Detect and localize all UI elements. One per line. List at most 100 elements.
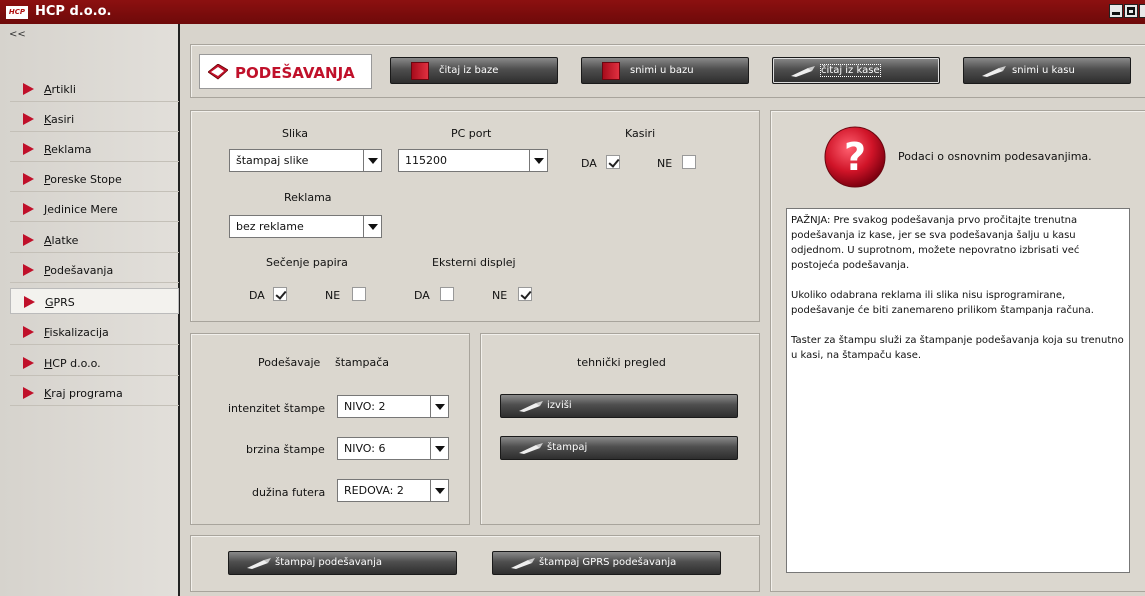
sidebar-item-label: GPRS [45, 296, 75, 309]
displej-da-label: DA [414, 289, 430, 302]
book-icon [602, 62, 620, 80]
sidebar-item-label: Poreske Stope [44, 173, 122, 186]
button-label: štampaj [547, 442, 588, 453]
save-to-register-button[interactable]: snimi u kasu [963, 57, 1131, 84]
arrow-icon [23, 203, 34, 215]
sidebar-item-jedinice-mere[interactable]: Jedinice Mere [10, 196, 179, 222]
kasiri-da-label: DA [581, 157, 597, 170]
sidebar-item-kraj-programa[interactable]: Kraj programa [10, 380, 179, 406]
sidebar-item-label: Kasiri [44, 113, 75, 126]
read-from-register-button[interactable]: čitaj iz kase [772, 57, 940, 84]
chevron-down-icon[interactable] [430, 438, 448, 459]
button-label: snimi u bazu [630, 65, 694, 76]
sidebar-item-gprs[interactable]: GPRS [10, 288, 179, 314]
button-label: čitaj iz kase [820, 64, 881, 77]
printer-heading-1: Podešavaje [258, 356, 321, 369]
minimize-button[interactable] [1109, 4, 1123, 18]
brzina-select[interactable]: NIVO: 6 [337, 437, 449, 460]
arrow-icon [23, 326, 34, 338]
reklama-select[interactable]: bez reklame [229, 215, 382, 238]
sidebar-item-podesavanja[interactable]: Podešavanja [10, 257, 179, 283]
pen-icon [247, 558, 271, 569]
kasiri-da-checkbox[interactable] [606, 155, 620, 169]
arrow-icon [23, 173, 34, 185]
sidebar-item-kasiri[interactable]: Kasiri [10, 106, 179, 132]
kasiri-ne-checkbox[interactable] [682, 155, 696, 169]
sidebar-item-artikli[interactable]: Artikli [10, 76, 179, 102]
secenje-papira-label: Sečenje papira [266, 256, 348, 269]
displej-da-checkbox[interactable] [440, 287, 454, 301]
sidebar-item-label: Jedinice Mere [44, 203, 118, 216]
pen-icon [519, 401, 543, 412]
sidebar-item-poreske-stope[interactable]: Poreske Stope [10, 166, 179, 192]
arrow-icon [23, 113, 34, 125]
chevron-down-icon[interactable] [363, 150, 381, 171]
help-icon: ? [824, 126, 886, 188]
pc-port-select[interactable]: 115200 [398, 149, 548, 172]
page-title-text: PODEŠAVANJA [235, 64, 355, 82]
chevron-down-icon[interactable] [363, 216, 381, 237]
kasiri-label: Kasiri [625, 127, 656, 140]
sidebar-item-fiskalizacija[interactable]: Fiskalizacija [10, 319, 179, 345]
arrow-icon [24, 296, 35, 308]
button-label: izviši [547, 400, 572, 411]
duzina-select[interactable]: REDOVA: 2 [337, 479, 449, 502]
sidebar-item-label: HCP d.o.o. [44, 357, 101, 370]
slika-select[interactable]: štampaj slike [229, 149, 382, 172]
maximize-button[interactable] [1124, 4, 1138, 18]
book-icon [411, 62, 429, 80]
kasiri-ne-label: NE [657, 157, 673, 170]
intenzitet-value: NIVO: 2 [344, 400, 386, 413]
app-logo: HCP [6, 6, 28, 19]
sidebar-item-hcp[interactable]: HCP d.o.o. [10, 350, 179, 376]
arrow-icon [23, 83, 34, 95]
stampaj-button[interactable]: štampaj [500, 436, 738, 460]
print-gprs-settings-button[interactable]: štampaj GPRS podešavanja [492, 551, 721, 575]
sidebar-item-label: Podešavanja [44, 264, 114, 277]
window-title: HCP d.o.o. [35, 4, 112, 19]
sidebar-item-label: Reklama [44, 143, 92, 156]
chevron-down-icon[interactable] [430, 480, 448, 501]
reklama-value: bez reklame [236, 220, 304, 233]
button-label: štampaj GPRS podešavanja [539, 557, 677, 568]
sidebar-item-reklama[interactable]: Reklama [10, 136, 179, 162]
chevron-down-icon[interactable] [430, 396, 448, 417]
print-settings-button[interactable]: štampaj podešavanja [228, 551, 457, 575]
collapse-sidebar-button[interactable]: << [9, 29, 26, 40]
arrow-icon [23, 234, 34, 246]
sidebar-item-label: Fiskalizacija [44, 326, 109, 339]
read-from-db-button[interactable]: čitaj iz baze [390, 57, 558, 84]
displej-ne-checkbox[interactable] [518, 287, 532, 301]
arrow-icon [23, 264, 34, 276]
intenzitet-select[interactable]: NIVO: 2 [337, 395, 449, 418]
brzina-label: brzina štampe [246, 443, 325, 456]
svg-text:?: ? [844, 135, 866, 179]
button-label: čitaj iz baze [439, 65, 499, 76]
close-button[interactable] [1139, 4, 1145, 18]
secenje-ne-label: NE [325, 289, 341, 302]
tech-heading: tehnički pregled [577, 356, 666, 369]
duzina-label: dužina futera [252, 486, 326, 499]
secenje-ne-checkbox[interactable] [352, 287, 366, 301]
brzina-value: NIVO: 6 [344, 442, 386, 455]
reklama-label: Reklama [284, 191, 332, 204]
save-to-db-button[interactable]: snimi u bazu [581, 57, 749, 84]
chevron-down-icon[interactable] [529, 150, 547, 171]
sidebar-item-label: Artikli [44, 83, 76, 96]
settings-book-icon [208, 64, 228, 80]
sidebar-item-alatke[interactable]: Alatke [10, 227, 179, 253]
secenje-da-checkbox[interactable] [273, 287, 287, 301]
pc-port-value: 115200 [405, 154, 447, 167]
pen-icon [791, 66, 815, 77]
intenzitet-label: intenzitet štampe [228, 402, 326, 415]
page-title: PODEŠAVANJA [199, 54, 372, 89]
pen-icon [511, 558, 535, 569]
izvisi-button[interactable]: izviši [500, 394, 738, 418]
duzina-value: REDOVA: 2 [344, 484, 404, 497]
pen-icon [982, 66, 1006, 77]
info-header: Podaci o osnovnim podesavanjima. [898, 150, 1092, 163]
arrow-icon [23, 143, 34, 155]
displej-ne-label: NE [492, 289, 508, 302]
slika-value: štampaj slike [236, 154, 309, 167]
arrow-icon [23, 387, 34, 399]
